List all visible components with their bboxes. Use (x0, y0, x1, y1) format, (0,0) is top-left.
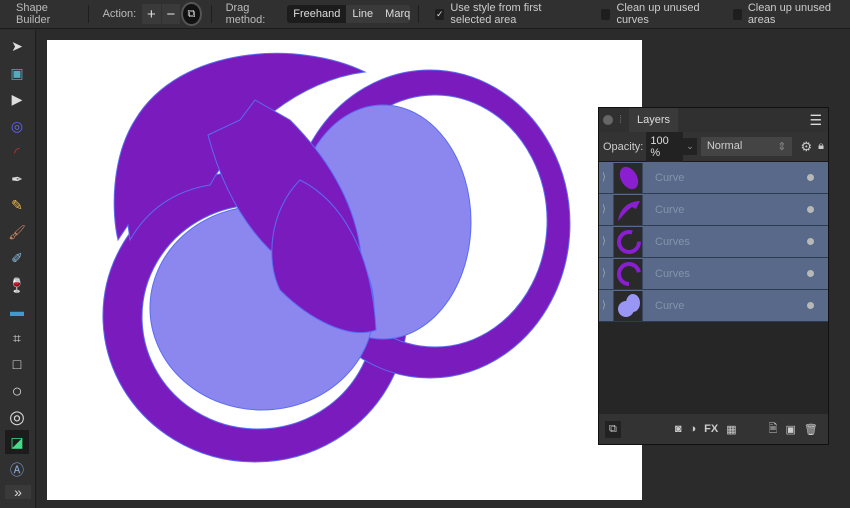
layer-expand-icon[interactable]: ⟩ (602, 300, 606, 311)
group-icon[interactable]: ▣ (786, 423, 796, 436)
tab-layers[interactable]: Layers (629, 108, 679, 132)
layer-row[interactable]: ⟩ Curves (599, 226, 828, 258)
transparency-tool-icon[interactable]: 🍷 (5, 273, 29, 297)
layer-thumbnail (613, 194, 643, 225)
drag-handle-icon[interactable]: ⁞ (619, 114, 622, 126)
vector-brush-tool-icon[interactable]: 🖌 (5, 220, 29, 244)
move-tool-icon[interactable]: ➤ (5, 34, 29, 58)
layer-name: Curve (655, 203, 685, 216)
fill-tool-icon[interactable]: ✐ (5, 246, 29, 270)
rectangle-tool-icon[interactable]: □ (5, 352, 29, 376)
tool-name: Shape Builder (16, 2, 51, 26)
opacity-label: Opacity: (603, 140, 644, 153)
node-tool-icon[interactable]: ▶ (5, 87, 29, 111)
blend-mode-value: Normal (706, 140, 743, 152)
layer-row[interactable]: ⟩ Curve (599, 194, 828, 226)
pen-tool-icon[interactable]: ✒ (5, 167, 29, 191)
layer-row[interactable]: ⟩ Curves (599, 258, 828, 290)
layer-thumbnail (613, 290, 643, 321)
corner-tool-icon[interactable]: ◜ (5, 140, 29, 164)
check-icon: ✓ (435, 8, 445, 20)
delete-layer-icon[interactable]: 🗑︎ (804, 423, 818, 436)
live-filter-icon[interactable]: ▦ (726, 423, 736, 436)
layer-expand-icon[interactable]: ⟩ (602, 268, 606, 279)
donut-tool-icon[interactable]: ◎ (5, 405, 29, 429)
layer-name: Curves (655, 267, 690, 280)
clean-areas-checkbox[interactable]: Clean up unused areas (732, 2, 842, 26)
crop-tool-icon[interactable]: ⌗ (5, 326, 29, 350)
place-image-tool-icon[interactable]: ▬ (5, 299, 29, 323)
mask-layer-icon[interactable]: ◙ (675, 423, 682, 435)
use-style-checkbox[interactable]: ✓ Use style from first selected area (435, 2, 583, 26)
stepper-icon: ⇕ (777, 141, 787, 153)
opacity-field[interactable]: 100 % (646, 131, 684, 162)
fx-icon[interactable]: FX (704, 423, 718, 435)
layer-name: Curves (655, 235, 690, 248)
visibility-toggle[interactable] (807, 238, 814, 245)
panel-menu-icon[interactable]: ☰ (809, 112, 822, 129)
shape-builder-tool-icon[interactable]: ◪ (5, 430, 29, 454)
layer-row[interactable]: ⟩ Curve (599, 290, 828, 322)
drag-line-button[interactable]: Line (346, 5, 379, 23)
use-style-label: Use style from first selected area (450, 2, 542, 26)
checkbox-box (601, 8, 611, 20)
layer-name: Curve (655, 299, 685, 312)
close-panel-icon[interactable] (603, 115, 613, 125)
visibility-toggle[interactable] (807, 206, 814, 213)
layer-thumbnail (613, 258, 643, 289)
add-pixel-layer-icon[interactable]: 🗎 (769, 420, 778, 439)
add-action-button[interactable]: + (142, 4, 161, 24)
gear-icon[interactable]: ⚙ (800, 139, 812, 155)
artboard-tool-icon[interactable]: ▣ (5, 61, 29, 85)
visibility-toggle[interactable] (807, 174, 814, 181)
layer-row[interactable]: ⟩ Curve (599, 162, 828, 194)
layer-expand-icon[interactable]: ⟩ (602, 172, 606, 183)
more-tools-icon[interactable]: » (5, 484, 31, 500)
point-transform-tool-icon[interactable]: ◎ (5, 114, 29, 138)
layer-thumbnail (613, 226, 643, 257)
visibility-toggle[interactable] (807, 270, 814, 277)
drag-freehand-button[interactable]: Freehand (287, 5, 347, 23)
blend-mode-select[interactable]: Normal ⇕ (700, 137, 793, 156)
intersect-icon: ⧉ (187, 7, 196, 20)
lock-icon[interactable]: 🔒︎ (818, 140, 824, 153)
layer-name: Curve (655, 171, 685, 184)
visibility-toggle[interactable] (807, 302, 814, 309)
layers-panel: ⁞ Layers ☰ Opacity: 100 % ⌄ Normal ⇕ ⚙ 🔒︎… (598, 107, 829, 445)
context-toolbar: Shape Builder Action: + − ⧉ Drag method:… (0, 0, 850, 29)
opacity-dropdown-icon[interactable]: ⌄ (683, 138, 697, 155)
layer-options-icon[interactable]: ⧉ (605, 420, 621, 438)
intersect-action-button[interactable]: ⧉ (181, 2, 202, 26)
drag-marquee-button[interactable]: Marquee (379, 5, 410, 23)
layer-thumbnail (613, 162, 643, 193)
subtract-action-button[interactable]: − (161, 4, 181, 24)
clean-areas-label: Clean up unused areas (747, 2, 831, 26)
ellipse-tool-icon[interactable]: ○ (5, 379, 29, 403)
document-canvas[interactable] (47, 40, 642, 500)
adjustment-icon[interactable]: ◑ (690, 423, 697, 435)
layer-expand-icon[interactable]: ⟩ (602, 204, 606, 215)
checkbox-box (732, 8, 742, 20)
layer-expand-icon[interactable]: ⟩ (602, 236, 606, 247)
action-label: Action: (102, 8, 137, 20)
frame-text-tool-icon[interactable]: Ⓐ (5, 458, 29, 482)
clean-curves-checkbox[interactable]: Clean up unused curves (601, 2, 714, 26)
clean-curves-label: Clean up unused curves (616, 2, 700, 26)
artwork (102, 52, 571, 463)
pencil-tool-icon[interactable]: ✎ (5, 193, 29, 217)
drag-method-label: Drag method: (225, 2, 266, 26)
tools-panel: ➤ ▣ ▶ ◎ ◜ ✒ ✎ 🖌 ✐ 🍷 ▬ ⌗ □ ○ ◎ ◪ Ⓐ » (0, 30, 36, 508)
